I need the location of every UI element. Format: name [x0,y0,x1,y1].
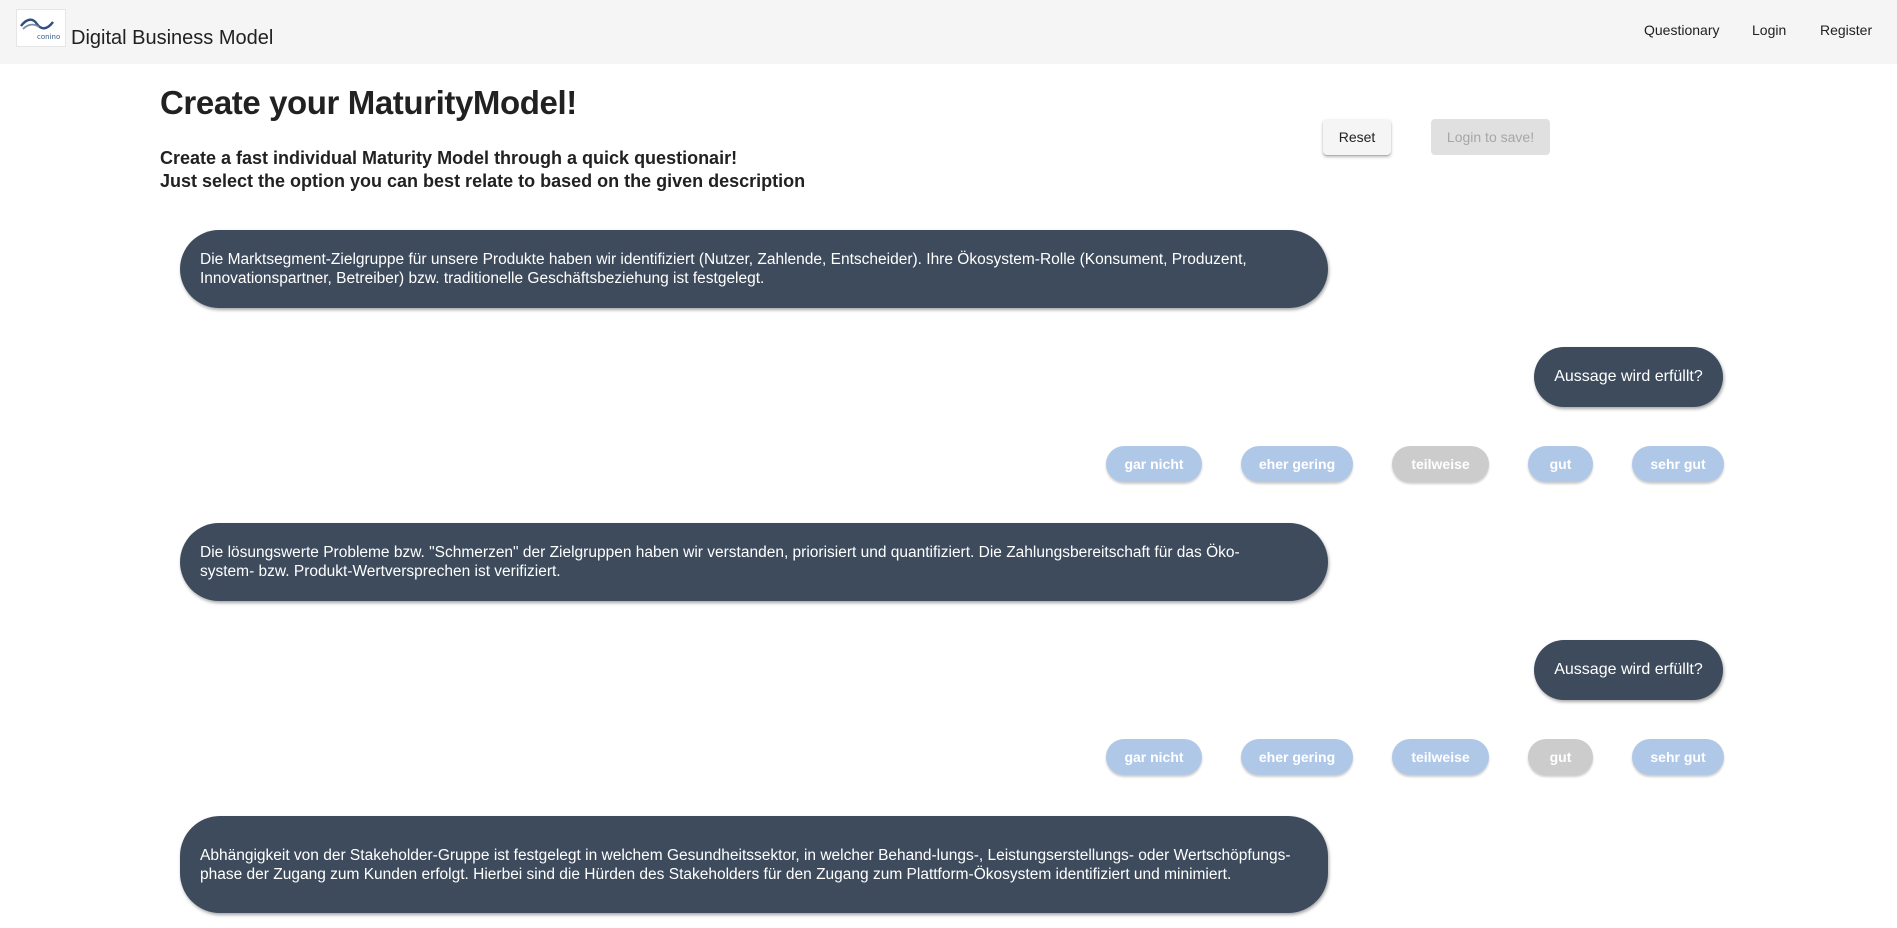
option-teilweise[interactable]: teilweise [1392,446,1489,482]
nav-questionary[interactable]: Questionary [1644,22,1719,38]
nav-login[interactable]: Login [1752,22,1786,38]
answer-prompt-bubble: Aussage wird erfüllt? [1534,347,1723,407]
option-eher-gering[interactable]: eher gering [1241,739,1353,775]
question-bubble: Die lösungswerte Probleme bzw. "Schmerze… [180,523,1328,601]
question-text: Die Marktsegment-Zielgruppe für unsere P… [200,251,1247,287]
logo[interactable]: conino [16,9,66,47]
subtitle-line-2: Just select the option you can best rela… [160,171,806,191]
option-teilweise[interactable]: teilweise [1392,739,1489,775]
answer-prompt-text: Aussage wird erfüllt? [1554,368,1703,385]
question-text: Die lösungswerte Probleme bzw. "Schmerze… [200,544,1240,580]
logo-text: conino [37,33,61,41]
option-gut[interactable]: gut [1528,446,1593,482]
option-gar-nicht[interactable]: gar nicht [1106,739,1202,775]
answer-prompt-bubble: Aussage wird erfüllt? [1534,640,1723,700]
question-bubble: Die Marktsegment-Zielgruppe für unsere P… [180,230,1328,308]
subtitle-line-1: Create a fast individual Maturity Model … [160,148,738,168]
page-title: Create your MaturityModel! [160,84,577,121]
option-eher-gering[interactable]: eher gering [1241,446,1353,482]
app-title[interactable]: Digital Business Model [71,27,273,50]
login-to-save-button: Login to save! [1431,119,1550,155]
question-text: Abhängigkeit von der Stakeholder-Gruppe … [200,846,1291,883]
answer-prompt-text: Aussage wird erfüllt? [1554,661,1703,678]
option-sehr-gut[interactable]: sehr gut [1632,739,1724,775]
reset-button[interactable]: Reset [1323,119,1391,155]
app-bar: conino Digital Business Model Questionar… [0,0,1897,64]
option-gut[interactable]: gut [1528,739,1593,775]
question-bubble: Abhängigkeit von der Stakeholder-Gruppe … [180,816,1328,913]
option-sehr-gut[interactable]: sehr gut [1632,446,1724,482]
page-subtitle: Create a fast individual Maturity Model … [160,147,805,193]
logo-icon [20,18,54,30]
option-gar-nicht[interactable]: gar nicht [1106,446,1202,482]
nav-register[interactable]: Register [1820,22,1872,38]
